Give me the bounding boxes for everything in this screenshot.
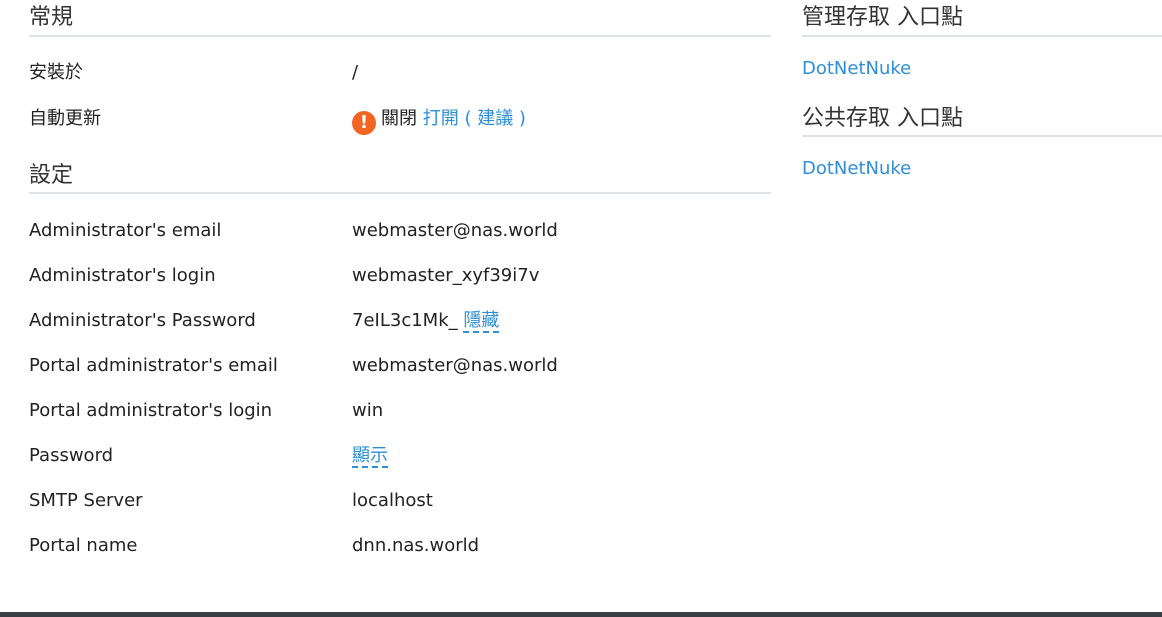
setting-label: Portal name <box>29 535 138 556</box>
autoupdate-value: ! 關閉 打開 ( 建議 ) <box>352 107 526 135</box>
admin-access-divider <box>802 35 1162 37</box>
setting-label: Password <box>29 445 114 466</box>
install-value: / <box>352 62 359 83</box>
setting-label: Administrator's email <box>29 220 222 241</box>
autoupdate-status: 關閉 <box>381 108 417 129</box>
settings-divider <box>29 192 771 194</box>
setting-value: webmaster@nas.world <box>352 355 558 376</box>
show-password-link[interactable]: 顯示 <box>352 445 388 468</box>
public-access-link[interactable]: DotNetNuke <box>802 157 911 181</box>
admin-access-heading: 管理存取 入口點 <box>802 5 963 30</box>
setting-value: dnn.nas.world <box>352 535 480 556</box>
admin-password-value: 7eIL3c1Mk_ <box>352 310 458 331</box>
admin-password-value-wrap: 7eIL3c1Mk_ 隱藏 <box>352 309 500 333</box>
password-value-wrap: 顯示 <box>352 444 388 468</box>
setting-value: localhost <box>352 490 433 511</box>
setting-label: Administrator's login <box>29 265 216 286</box>
admin-access-link[interactable]: DotNetNuke <box>802 57 911 81</box>
setting-label: Portal administrator's email <box>29 355 278 376</box>
autoupdate-turn-on-link[interactable]: 打開 <box>423 108 459 129</box>
exclamation-circle-icon: ! <box>352 111 376 135</box>
autoupdate-recommended-link[interactable]: ( 建議 ) <box>464 108 526 129</box>
setting-label: Administrator's Password <box>29 310 256 331</box>
bottom-bar <box>0 612 1162 617</box>
autoupdate-label: 自動更新 <box>29 108 101 129</box>
public-access-heading: 公共存取 入口點 <box>802 106 963 131</box>
setting-value: win <box>352 400 384 421</box>
setting-value: webmaster_xyf39i7v <box>352 265 540 286</box>
settings-heading: 設定 <box>29 163 74 188</box>
public-access-divider <box>802 135 1162 137</box>
setting-label: Portal administrator's login <box>29 400 273 421</box>
install-label: 安裝於 <box>29 62 83 83</box>
general-divider <box>29 35 771 37</box>
setting-value: webmaster@nas.world <box>352 220 558 241</box>
hide-password-link[interactable]: 隱藏 <box>463 310 500 333</box>
setting-label: SMTP Server <box>29 490 143 511</box>
general-heading: 常規 <box>29 5 74 30</box>
